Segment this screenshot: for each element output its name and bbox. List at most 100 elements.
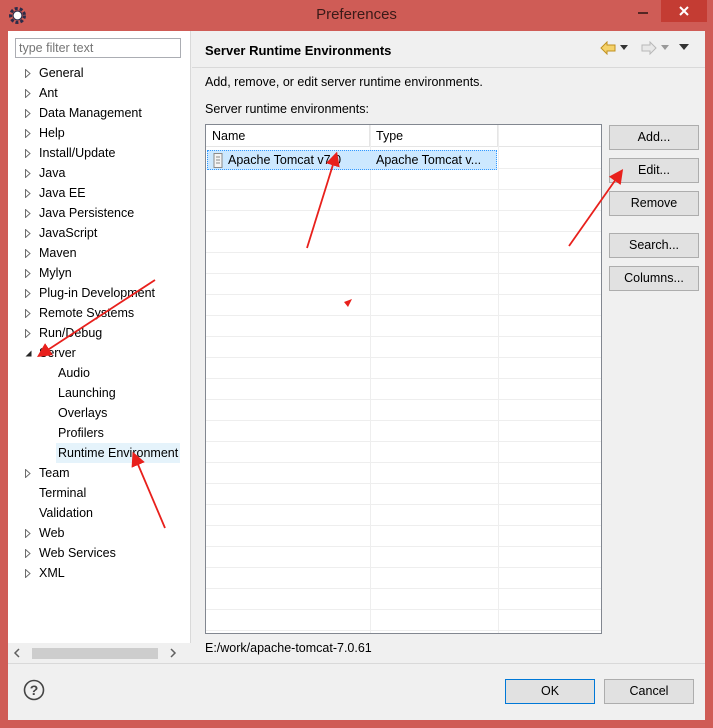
expand-arrow-icon[interactable] [23, 243, 33, 263]
column-header-name[interactable]: Name [206, 125, 370, 147]
expand-arrow-icon[interactable] [23, 303, 33, 323]
tree-item-label: Java Persistence [39, 206, 135, 220]
tree-item-xml[interactable]: XML [37, 563, 67, 583]
tree-item-label: Maven [39, 246, 77, 260]
tree-item-label: Install/Update [39, 146, 116, 160]
tree-item-java-persistence[interactable]: Java Persistence [37, 203, 136, 223]
table-header: Name Type [206, 125, 601, 147]
table-row-line [206, 505, 601, 526]
table-row-line [206, 190, 601, 211]
tree-item-team[interactable]: Team [37, 463, 72, 483]
column-header-type[interactable]: Type [370, 125, 498, 147]
table-row-line [206, 421, 601, 442]
tree-item-install-update[interactable]: Install/Update [37, 143, 117, 163]
tree-item-remote-systems[interactable]: Remote Systems [37, 303, 136, 323]
expand-arrow-icon[interactable] [23, 323, 33, 343]
scroll-thumb[interactable] [32, 648, 158, 659]
expand-arrow-icon[interactable] [23, 223, 33, 243]
tree-item-label: Profilers [58, 426, 104, 440]
table-row-line [206, 484, 601, 505]
add-button[interactable]: Add... [609, 125, 699, 150]
tree-item-java-ee[interactable]: Java EE [37, 183, 88, 203]
tree-item-audio[interactable]: Audio [56, 363, 92, 383]
table-row-line [206, 295, 601, 316]
search-button[interactable]: Search... [609, 233, 699, 258]
close-button[interactable] [661, 0, 707, 22]
tree-item-mylyn[interactable]: Mylyn [37, 263, 74, 283]
expand-arrow-icon[interactable] [23, 143, 33, 163]
expand-arrow-icon[interactable] [23, 463, 33, 483]
tree-item-profilers[interactable]: Profilers [56, 423, 106, 443]
tree-item-web[interactable]: Web [37, 523, 66, 543]
expand-arrow-icon[interactable] [23, 543, 33, 563]
tree-item-label: Mylyn [39, 266, 72, 280]
expand-arrow-icon[interactable] [23, 103, 33, 123]
tree-item-label: General [39, 66, 84, 80]
expand-arrow-icon[interactable] [23, 83, 33, 103]
tree-item-server[interactable]: Server [37, 343, 78, 363]
tree-item-label: Server [39, 346, 76, 360]
tree-item-run-debug[interactable]: Run/Debug [37, 323, 104, 343]
tree-item-runtime-environment[interactable]: Runtime Environment [56, 443, 181, 463]
tree-item-ant[interactable]: Ant [37, 83, 60, 103]
table-row[interactable]: Apache Tomcat v7.0 Apache Tomcat v... [207, 150, 497, 170]
back-menu-chevron-icon[interactable] [620, 45, 628, 51]
expand-arrow-icon[interactable] [23, 203, 33, 223]
table-row-line [206, 568, 601, 589]
filter-input[interactable] [15, 38, 181, 58]
tree-item-label: Help [39, 126, 65, 140]
tree-item-plug-in-development[interactable]: Plug-in Development [37, 283, 157, 303]
remove-button[interactable]: Remove [609, 191, 699, 216]
minimize-button[interactable] [631, 1, 655, 23]
expand-arrow-icon[interactable] [23, 163, 33, 183]
help-icon[interactable]: ? [23, 679, 45, 701]
tree-item-launching[interactable]: Launching [56, 383, 118, 403]
expand-arrow-icon[interactable] [23, 183, 33, 203]
expand-arrow-icon[interactable] [23, 263, 33, 283]
collapse-arrow-icon[interactable] [23, 343, 33, 363]
tree-horizontal-scrollbar[interactable] [8, 643, 191, 663]
tree-item-java[interactable]: Java [37, 163, 67, 183]
tree-item-terminal[interactable]: Terminal [37, 483, 88, 503]
columns-button[interactable]: Columns... [609, 266, 699, 291]
expand-arrow-icon[interactable] [23, 63, 33, 83]
table-row-line [206, 169, 601, 190]
tree-item-label: JavaScript [39, 226, 98, 240]
expand-arrow-icon[interactable] [23, 563, 33, 583]
back-arrow-icon[interactable] [600, 41, 616, 55]
runtime-type-cell: Apache Tomcat v... [376, 153, 482, 167]
tree-item-help[interactable]: Help [37, 123, 67, 143]
tree-item-web-services[interactable]: Web Services [37, 543, 118, 563]
tree-item-label: XML [39, 566, 65, 580]
preference-page: Server Runtime Environments Add, remove,… [192, 31, 705, 663]
scroll-right-icon [170, 648, 177, 658]
table-row-line [206, 232, 601, 253]
edit-button[interactable]: Edit... [609, 158, 699, 183]
tree-item-maven[interactable]: Maven [37, 243, 79, 263]
cancel-button[interactable]: Cancel [604, 679, 694, 704]
view-menu-icon[interactable] [679, 44, 689, 51]
column-separator [498, 125, 499, 633]
tree-item-validation[interactable]: Validation [37, 503, 95, 523]
tree-item-data-management[interactable]: Data Management [37, 103, 144, 123]
table-row-line [206, 316, 601, 337]
forward-menu-chevron-icon [661, 45, 669, 50]
runtime-table[interactable]: Name Type Apache Tomcat v7.0 Apache Tomc… [205, 124, 602, 634]
expand-arrow-icon[interactable] [23, 523, 33, 543]
tree-item-label: Terminal [39, 486, 87, 500]
scroll-left-icon [13, 648, 20, 658]
tree-item-javascript[interactable]: JavaScript [37, 223, 99, 243]
ok-button[interactable]: OK [505, 679, 595, 704]
tree-item-label: Launching [58, 386, 116, 400]
expand-arrow-icon[interactable] [23, 123, 33, 143]
forward-arrow-icon [641, 41, 657, 55]
tree-item-overlays[interactable]: Overlays [56, 403, 109, 423]
title-bar[interactable]: Preferences [0, 0, 713, 31]
expand-arrow-icon[interactable] [23, 283, 33, 303]
column-separator [370, 125, 371, 633]
table-row-line [206, 274, 601, 295]
history-navigation [600, 39, 696, 59]
tree-item-label: Validation [39, 506, 93, 520]
tree-item-general[interactable]: General [37, 63, 85, 83]
table-row-line [206, 253, 601, 274]
